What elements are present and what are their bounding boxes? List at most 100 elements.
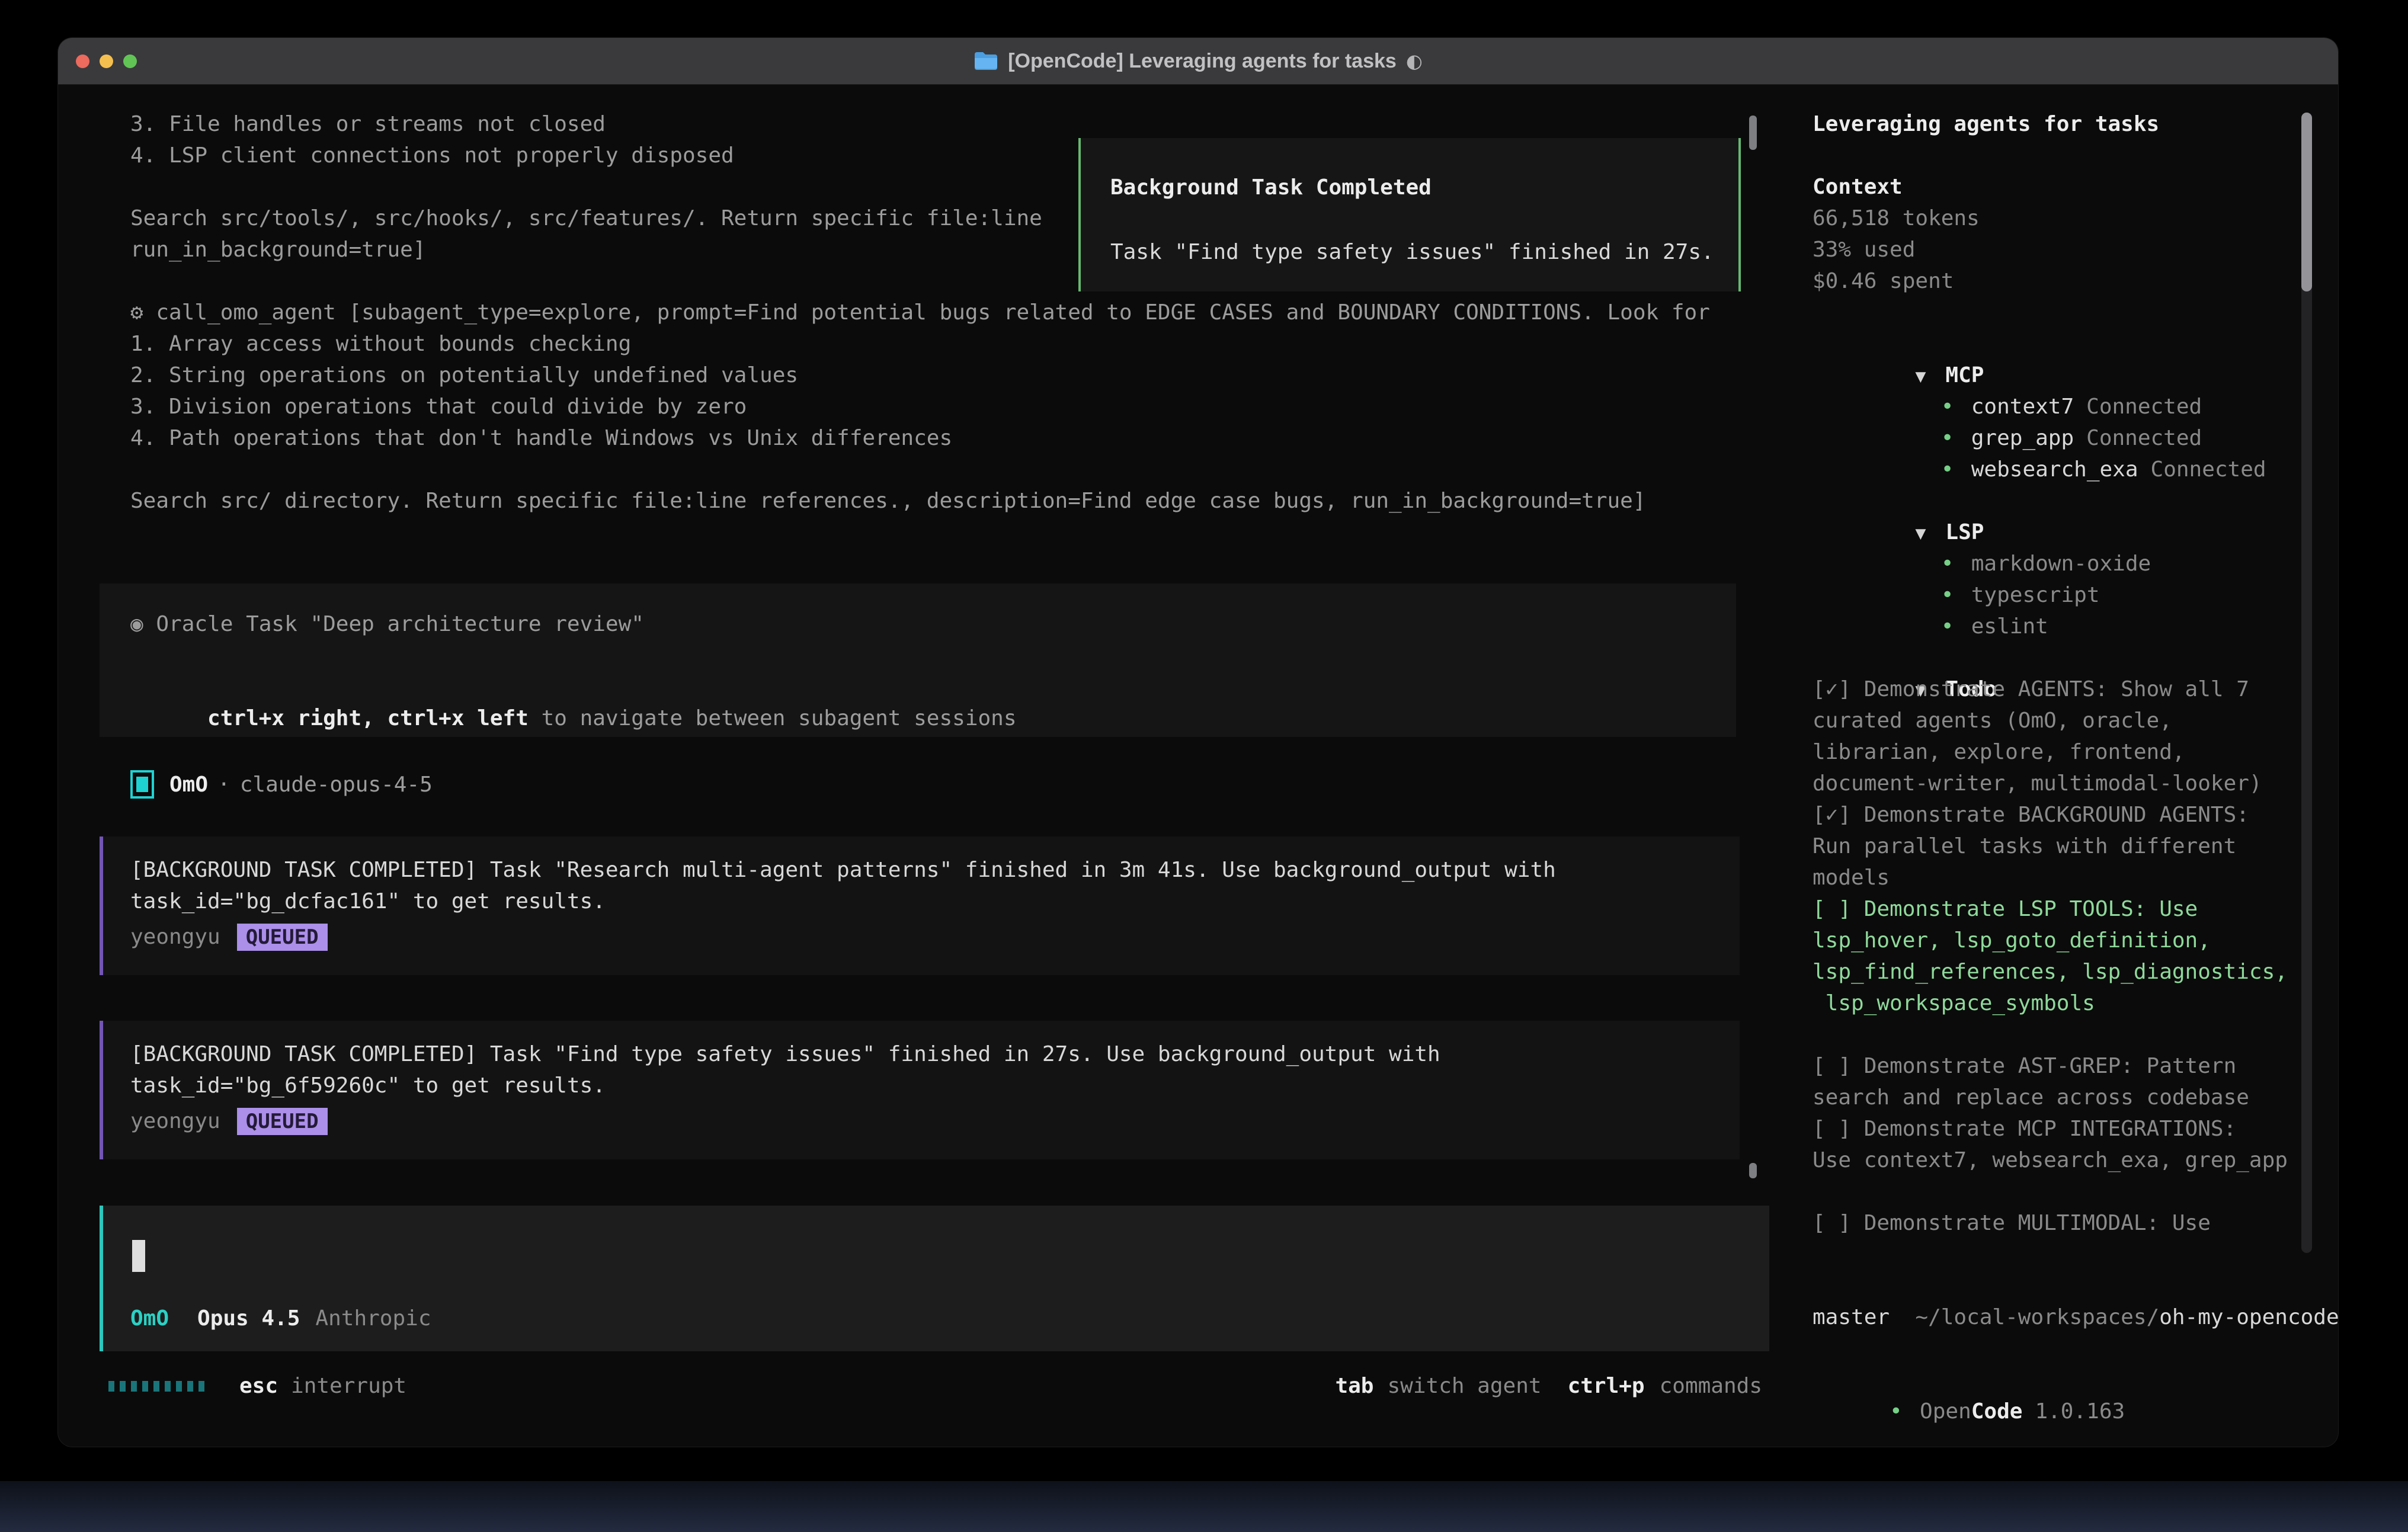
todo-line: models (1813, 862, 2262, 893)
input-model: Opus 4.5 (197, 1306, 300, 1331)
notification-title: Background Task Completed (1110, 172, 1432, 203)
agent-header: OmO · claude-opus-4-5 (130, 768, 433, 801)
task-card-line: task_id="bg_dcfac161" to get results. (130, 886, 606, 917)
terminal-line: 2. String operations on potentially unde… (130, 360, 1710, 391)
terminal-line: ⚙ call_omo_agent [subagent_type=explore,… (130, 297, 1710, 328)
window-title: [OpenCode] Leveraging agents for tasks (1008, 50, 1397, 73)
oracle-task-title: ◉ Oracle Task "Deep architecture review" (130, 608, 644, 640)
input-model-row: OmO Opus 4.5 Anthropic (130, 1303, 431, 1334)
terminal-line: 1. Array access without bounds checking (130, 328, 1710, 360)
terminal-window: [OpenCode] Leveraging agents for tasks ◐… (58, 38, 2338, 1447)
status-dot-icon: • (1941, 391, 1971, 422)
progress-dots (108, 1381, 205, 1392)
agent-name: OmO (169, 773, 208, 797)
queued-badge: QUEUED (237, 1108, 328, 1135)
todo-line: document-writer, multimodal-looker) (1813, 768, 2262, 799)
agent-model: claude-opus-4-5 (240, 773, 433, 797)
queued-badge: QUEUED (237, 924, 328, 951)
task-card: [BACKGROUND TASK COMPLETED] Task "Find t… (100, 1021, 1740, 1159)
ctrlp-key-hint: ctrl+p (1568, 1374, 1645, 1398)
todo-done-items: [✓] Demonstrate AGENTS: Show all 7curate… (1813, 674, 2262, 893)
separator-dot: · (217, 773, 230, 797)
lsp-heading-row[interactable]: ▼LSP (1813, 485, 2151, 517)
app-name-bold: Code (1971, 1399, 2023, 1424)
terminal-line: Search src/tools/, src/hooks/, src/featu… (130, 203, 1042, 234)
app-version: 1.0.163 (2035, 1399, 2125, 1424)
todo-line-active: lsp_find_references, lsp_diagnostics, (1813, 956, 2288, 988)
terminal-line (130, 454, 1710, 485)
task-card: [BACKGROUND TASK COMPLETED] Task "Resear… (100, 836, 1740, 975)
todo-line: librarian, explore, frontend, (1813, 736, 2262, 768)
task-card-line: [BACKGROUND TASK COMPLETED] Task "Find t… (130, 1039, 1440, 1070)
folder-icon (974, 51, 998, 71)
agent-icon (130, 770, 154, 799)
input-cursor (132, 1240, 145, 1272)
close-button[interactable] (76, 55, 89, 68)
ctrlp-key-label: commands (1660, 1374, 1762, 1398)
context-used: 33% used (1813, 234, 1980, 265)
terminal-output-top: 3. File handles or streams not closed4. … (130, 108, 1042, 265)
terminal-line: 4. Path operations that don't handle Win… (130, 422, 1710, 454)
input-provider: Anthropic (315, 1306, 431, 1331)
todo-line: [ ] Demonstrate MCP INTEGRATIONS: (1813, 1113, 2288, 1145)
session-progress-icon: ◐ (1406, 50, 1423, 72)
notification-body: Task "Find type safety issues" finished … (1110, 236, 1714, 268)
terminal-line: 3. File handles or streams not closed (130, 108, 1042, 140)
lsp-section: ▼LSP •markdown-oxide •typescript •eslint (1813, 485, 2151, 611)
task-card-line: [BACKGROUND TASK COMPLETED] Task "Resear… (130, 854, 1556, 886)
context-section: Context 66,518 tokens 33% used $0.46 spe… (1813, 171, 1980, 297)
hint-text: to navigate between subagent sessions (529, 706, 1017, 730)
chat-input[interactable]: OmO Opus 4.5 Anthropic (100, 1206, 1769, 1351)
oracle-task-hint: ctrl+x right, ctrl+x left to navigate be… (130, 671, 1017, 703)
terminal-line (130, 171, 1042, 203)
minimize-button[interactable] (100, 55, 113, 68)
lsp-heading: LSP (1945, 520, 1984, 544)
terminal-line: Search src/ directory. Return specific f… (130, 485, 1710, 517)
esc-key-hint: esc (239, 1374, 278, 1398)
status-dot-icon: • (1890, 1396, 1920, 1427)
mcp-heading-row[interactable]: ▼MCP (1813, 328, 2266, 360)
todo-line: [ ] Demonstrate MULTIMODAL: Use (1813, 1207, 2211, 1239)
status-dot-icon: • (1941, 548, 1971, 579)
todo-line: Run parallel tasks with different (1813, 831, 2262, 862)
status-dot-icon: • (1941, 611, 1971, 642)
esc-key-label: interrupt (291, 1374, 406, 1398)
maximize-button[interactable] (123, 55, 137, 68)
mcp-section: ▼MCP •context7Connected •grep_appConnect… (1813, 328, 2266, 454)
todo-line: [ ] Demonstrate AST-GREP: Pattern (1813, 1050, 2288, 1082)
version-row: •OpenCode1.0.163 (1813, 1364, 2125, 1396)
workspace-info: ~/local-workspaces/oh-my-opencode: maste… (1813, 1270, 2338, 1333)
terminal-line: 4. LSP client connections not properly d… (130, 140, 1042, 171)
app-name-dim: Open (1920, 1399, 1971, 1424)
terminal-output-call: ⚙ call_omo_agent [subagent_type=explore,… (130, 297, 1710, 517)
terminal-line: 3. Division operations that could divide… (130, 391, 1710, 422)
task-author: yeongyu (130, 1109, 220, 1133)
main-scrollbar-thumb[interactable] (1749, 1163, 1757, 1178)
context-heading: Context (1813, 171, 1980, 203)
todo-line-active: lsp_workspace_symbols (1813, 988, 2288, 1019)
context-tokens: 66,518 tokens (1813, 203, 1980, 234)
todo-pending-items-2: [ ] Demonstrate MULTIMODAL: Use (1813, 1207, 2211, 1239)
input-agent-name: OmO (130, 1306, 169, 1331)
status-bar-left: esc interrupt (108, 1370, 406, 1402)
collapse-triangle-icon: ▼ (1915, 518, 1945, 549)
todo-line-active: lsp_hover, lsp_goto_definition, (1813, 925, 2288, 956)
traffic-lights (76, 38, 137, 84)
tab-key-hint: tab (1335, 1374, 1373, 1398)
session-title: Leveraging agents for tasks (1813, 108, 2159, 140)
sidebar: Leveraging agents for tasks Context 66,5… (1813, 38, 2314, 1447)
main-scrollbar-thumb[interactable] (1749, 116, 1757, 150)
todo-line: [✓] Demonstrate BACKGROUND AGENTS: (1813, 799, 2262, 831)
todo-line-active: [ ] Demonstrate LSP TOOLS: Use (1813, 893, 2288, 925)
status-dot-icon: • (1941, 579, 1971, 611)
notification-toast: Background Task Completed Task "Find typ… (1078, 138, 1741, 291)
terminal-line: run_in_background=true] (130, 234, 1042, 265)
context-spent: $0.46 spent (1813, 265, 1980, 297)
oracle-task-card: ◉ Oracle Task "Deep architecture review"… (100, 584, 1736, 737)
tab-key-label: switch agent (1387, 1374, 1541, 1398)
todo-section-heading-row[interactable]: ▼Todo (1813, 642, 1997, 674)
todo-line: curated agents (OmO, oracle, (1813, 705, 2262, 736)
todo-line: search and replace across codebase (1813, 1082, 2288, 1113)
sidebar-scrollbar-thumb[interactable] (2301, 113, 2312, 291)
hint-keys: ctrl+x right, ctrl+x left (207, 706, 529, 730)
